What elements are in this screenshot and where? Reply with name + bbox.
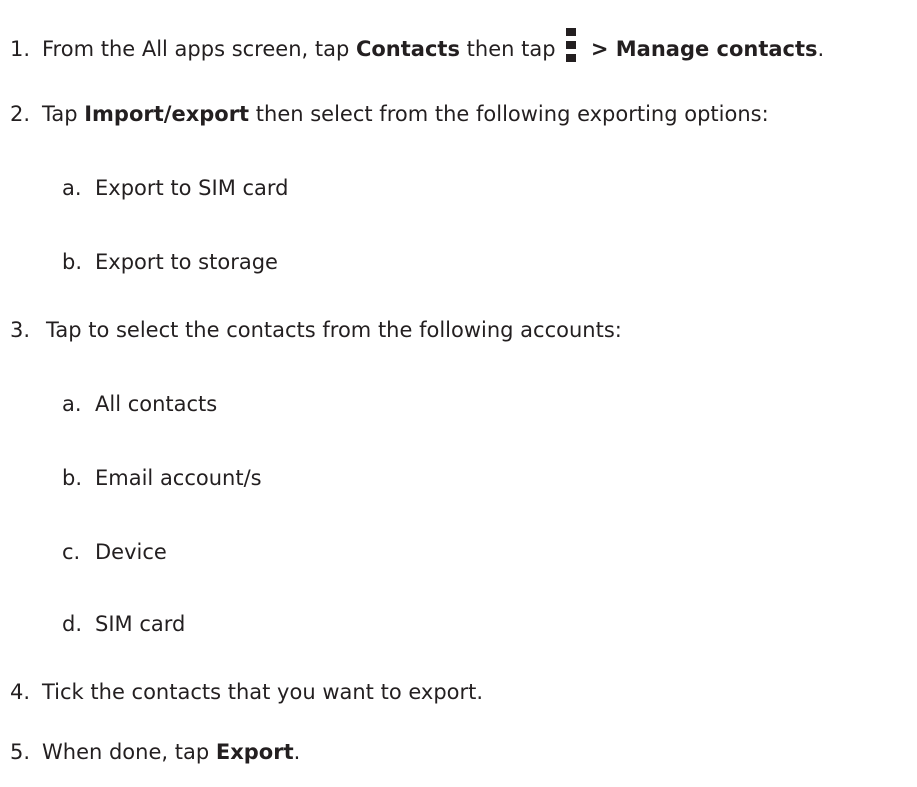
overflow-menu-icon bbox=[565, 28, 576, 62]
step-number: 3. bbox=[10, 318, 31, 342]
step-text: From the All apps screen, tap bbox=[42, 37, 356, 61]
step-text: then tap bbox=[459, 37, 556, 61]
step-text: Tap to select the contacts from the foll… bbox=[46, 318, 622, 342]
option-device: c. Device bbox=[62, 534, 167, 570]
option-text: Email account/s bbox=[95, 466, 262, 490]
option-text: SIM card bbox=[95, 612, 186, 636]
option-email-accounts: b. Email account/s bbox=[62, 460, 262, 496]
option-sim-card: d. SIM card bbox=[62, 606, 185, 642]
step-number: 5. bbox=[10, 740, 31, 764]
step-5: 5. When done, tap Export. bbox=[0, 734, 300, 770]
step-1: 1. From the All apps screen, tap Contacts… bbox=[0, 28, 824, 64]
option-letter: b. bbox=[62, 466, 83, 490]
option-letter: b. bbox=[62, 250, 83, 274]
contacts-label: Contacts bbox=[355, 37, 460, 61]
step-text: Tap bbox=[42, 102, 85, 126]
step-punct: . bbox=[817, 37, 825, 61]
step-number: 1. bbox=[10, 37, 31, 61]
import-export-label: Import/export bbox=[84, 102, 250, 126]
step-text: Tick the contacts that you want to expor… bbox=[42, 680, 484, 704]
step-text: When done, tap bbox=[42, 740, 216, 764]
option-text: All contacts bbox=[95, 392, 218, 416]
step-punct: . bbox=[293, 740, 301, 764]
option-letter: d. bbox=[62, 612, 83, 636]
option-export-to-storage: b. Export to storage bbox=[62, 244, 278, 280]
option-letter: a. bbox=[62, 176, 82, 200]
step-3: 3. Tap to select the contacts from the fo… bbox=[0, 312, 622, 348]
option-letter: c. bbox=[62, 540, 81, 564]
export-label: Export bbox=[215, 740, 294, 764]
option-export-to-sim: a. Export to SIM card bbox=[62, 170, 289, 206]
step-number: 2. bbox=[10, 102, 31, 126]
option-text: Export to SIM card bbox=[95, 176, 289, 200]
option-all-contacts: a. All contacts bbox=[62, 386, 217, 422]
step-text: then select from the following exporting… bbox=[249, 102, 769, 126]
option-letter: a. bbox=[62, 392, 82, 416]
option-text: Device bbox=[95, 540, 167, 564]
manage-contacts-label: > Manage contacts bbox=[583, 37, 818, 61]
step-2: 2. Tap Import/export then select from the… bbox=[0, 96, 769, 132]
step-number: 4. bbox=[10, 680, 31, 704]
option-text: Export to storage bbox=[95, 250, 278, 274]
step-4: 4. Tick the contacts that you want to exp… bbox=[0, 674, 483, 710]
